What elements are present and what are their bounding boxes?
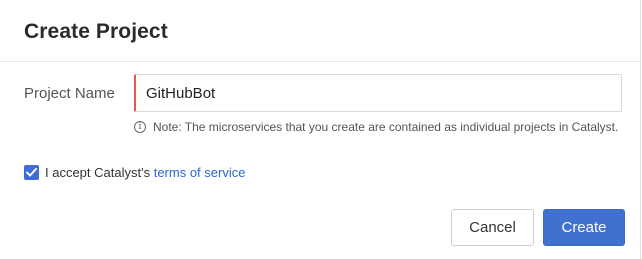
project-note: i Note: The microservices that you creat… <box>134 120 618 134</box>
info-icon: i <box>134 121 146 133</box>
project-name-label: Project Name <box>24 85 115 102</box>
dialog-title: Create Project <box>24 20 168 43</box>
create-project-dialog: Create Project Project Name i Note: The … <box>0 0 641 259</box>
terms-acceptance: I accept Catalyst's terms of service <box>24 165 245 180</box>
cancel-button[interactable]: Cancel <box>451 209 534 246</box>
header-divider <box>0 61 640 62</box>
project-name-input[interactable] <box>134 74 622 112</box>
create-button[interactable]: Create <box>543 209 625 246</box>
terms-prefix: I accept Catalyst's <box>45 165 151 180</box>
checkmark-icon <box>26 168 37 177</box>
note-text: Note: The microservices that you create … <box>153 120 619 134</box>
terms-of-service-link[interactable]: terms of service <box>154 165 246 180</box>
terms-checkbox[interactable] <box>24 165 39 180</box>
